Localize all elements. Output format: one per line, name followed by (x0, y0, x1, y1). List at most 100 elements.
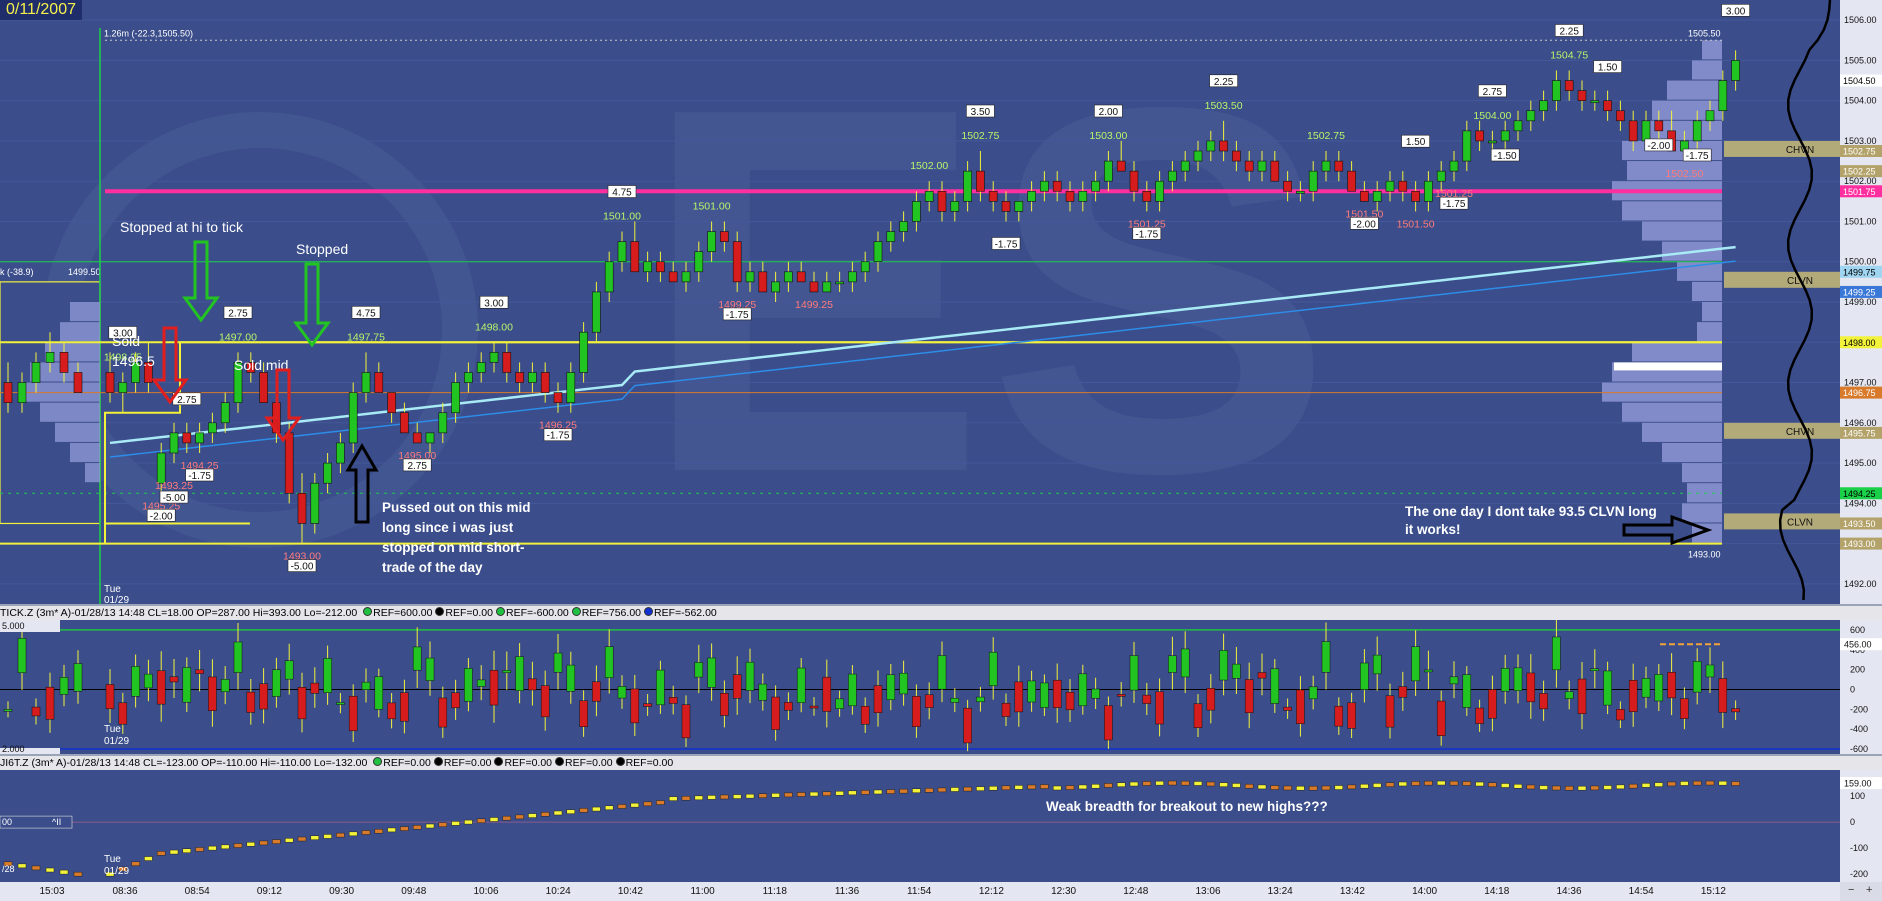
price-chart[interactable]: ESk (-38.9) 1499.50Tue01/291505.501.26m (… (0, 0, 1840, 604)
tick-bar (1283, 706, 1292, 711)
price-chart-panel[interactable]: ES k (-38.9) 1499.50 Tue 01/29 1505.50 1.26m (… (0, 0, 1840, 604)
candle-body (1206, 140, 1216, 152)
tick-session-date: 01/29 (104, 736, 129, 747)
tick-chart[interactable]: 5.000 2.000 Tue01/29 (0, 620, 1840, 754)
tick-bar (976, 696, 985, 703)
time-axis-label: 11:36 (834, 886, 860, 897)
ji-chart[interactable]: 00 ^II/28 Tue01/29 Weak breadth for breakou… (0, 770, 1840, 882)
annotation-sold-price: 1496.5 (112, 353, 155, 369)
price-axis-tick: 1500.00 (1844, 257, 1877, 267)
ji-bar (1718, 780, 1728, 786)
candle-body (950, 201, 960, 212)
candle-body (656, 261, 665, 273)
ji-bar (374, 828, 384, 834)
ji-left-code: ^II (52, 817, 61, 827)
price-label: 1498.00 (475, 321, 513, 333)
candle-body (1104, 160, 1113, 182)
candle-body (963, 170, 972, 202)
price-label: 1502.75 (1307, 130, 1345, 142)
candle-body (1398, 180, 1408, 192)
tick-bar (1232, 663, 1241, 679)
ji-bar (604, 805, 614, 811)
volume-profile-bar (1692, 60, 1722, 80)
price-axis[interactable]: 1492.00 1493.00 1494.00 1495.00 1496.00 1497.… (1840, 0, 1882, 604)
price-axis-tag-label: 1499.75 (1843, 267, 1876, 277)
ref-label: REF=600.00 (373, 607, 433, 619)
tick-bar (1424, 669, 1433, 673)
tick-bar (1628, 680, 1638, 712)
ji-bar (182, 848, 192, 853)
tick-panel[interactable]: 5.000 2.000 Tue 01/29 (0, 620, 1840, 754)
ji-bar (233, 843, 243, 848)
ji-bar (1411, 781, 1420, 786)
time-axis-label: 13:24 (1267, 886, 1293, 897)
tick-bar (771, 696, 780, 730)
tick-bar (387, 702, 396, 720)
price-axis-scale: 1492.00 1493.00 1494.00 1495.00 1496.00 1497.… (1840, 15, 1882, 589)
volume-profile-bar (1667, 80, 1722, 100)
tick-axis[interactable]: 6004002000-200-400-600456.00 (1840, 620, 1882, 754)
candle-body (1500, 130, 1510, 142)
tick-bar (400, 692, 409, 722)
tick-bar (1308, 686, 1318, 700)
candle-body (1590, 100, 1600, 103)
tick-bar (323, 658, 332, 693)
ji-bar (976, 786, 985, 791)
ji-bar (489, 817, 499, 822)
ji-bar (1206, 781, 1216, 787)
tick-bar (1360, 662, 1369, 690)
candle-body (1424, 180, 1433, 202)
ref-label: REF=0.00 (445, 607, 493, 619)
time-axis-label: 10:42 (617, 886, 643, 897)
plus-icon[interactable]: + (1866, 884, 1872, 896)
ji-bar (1628, 783, 1638, 789)
session-date: 01/29 (104, 595, 129, 604)
tick-axis-label: -400 (1850, 724, 1868, 734)
ji-bar (297, 836, 307, 842)
candle-body (899, 221, 908, 232)
ji-note: Weak breadth for breakout to new highs??… (1046, 799, 1328, 814)
tick-bar (284, 660, 294, 680)
candle-body (1462, 130, 1472, 162)
time-axis[interactable]: 15:03 08:36 08:54 09:12 09:30 09:48 10:06 10:24… (0, 882, 1882, 901)
ji-bar (630, 802, 640, 808)
ji-session-date: 01/29 (104, 866, 129, 877)
ji-bar (1372, 783, 1382, 788)
ji-bar (1308, 785, 1318, 791)
ref-dot-icon (363, 607, 373, 616)
time-axis-label: 14:54 (1628, 886, 1654, 897)
price-axis-tag-label: 1502.25 (1843, 167, 1876, 177)
volume-profile-bar (1682, 463, 1722, 483)
candle-body (400, 412, 409, 434)
minus-icon[interactable]: − (1848, 884, 1854, 896)
price-label: 1497.75 (347, 331, 385, 343)
tick-bar (105, 684, 115, 710)
annotation-stopped-hi: Stopped at hi to tick (120, 219, 244, 235)
swing-box-label: -1.75 (547, 431, 570, 442)
tick-bar (1513, 667, 1523, 692)
candle-body (566, 372, 576, 403)
tick-bar (822, 676, 832, 712)
ji-panel[interactable]: 00 ^II/28 Tue 01/29 Weak breadth for breakou… (0, 770, 1840, 882)
tick-bar (195, 669, 204, 674)
ji-bar (412, 825, 422, 830)
ji-bar (1001, 785, 1011, 791)
candle-body (156, 452, 166, 484)
time-axis-label: 14:00 (1412, 886, 1438, 897)
tick-bar (451, 692, 460, 709)
tick-bar (1296, 689, 1305, 724)
ji-bar (1014, 785, 1024, 790)
ji-axis[interactable]: 100 0 -100 -200 159.00 (1840, 770, 1882, 882)
candle-body (1232, 150, 1241, 162)
ji-bar (771, 793, 780, 798)
pane-controls[interactable]: − + (1840, 882, 1882, 901)
swing-box-label: 1.50 (1598, 63, 1618, 74)
ji-bar (1270, 785, 1280, 790)
candle-body (873, 241, 883, 263)
tick-bar (1257, 672, 1267, 679)
ji-bar (1347, 784, 1356, 790)
tick-bar (272, 669, 281, 697)
candle-body (745, 271, 755, 283)
candle-body (1027, 190, 1036, 202)
candle-body (387, 392, 396, 414)
